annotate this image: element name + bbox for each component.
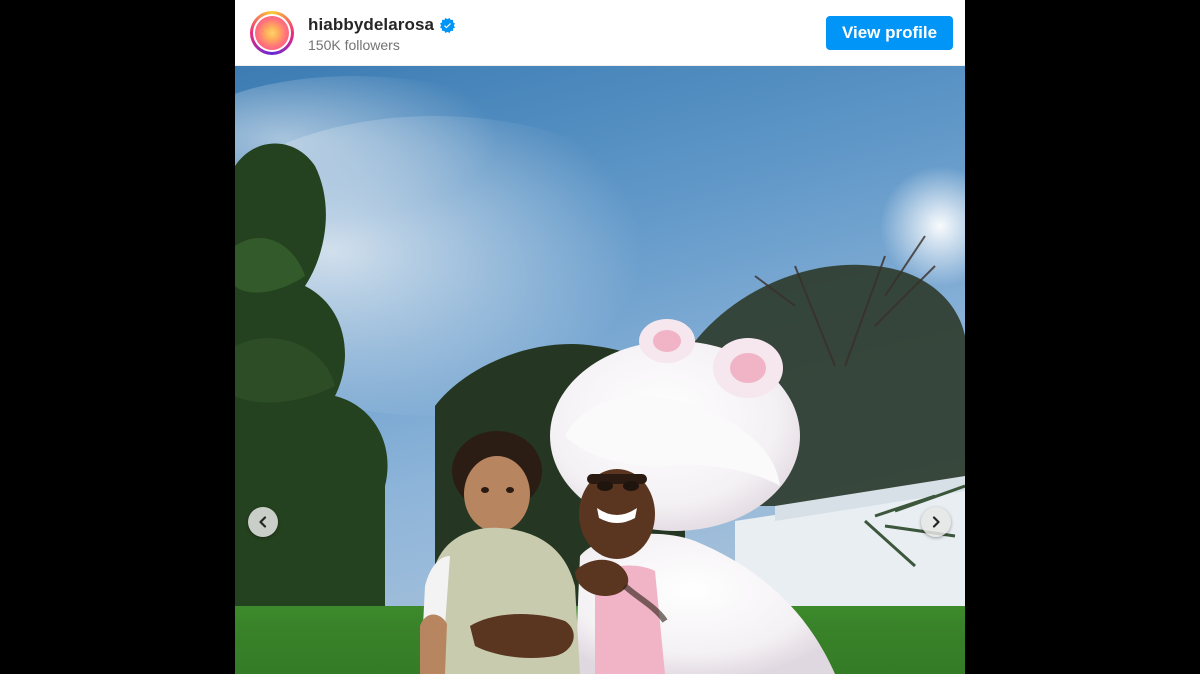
photo-illustration	[235, 66, 965, 674]
avatar-ring	[253, 14, 291, 52]
post-photo[interactable]	[235, 66, 965, 674]
post-header: hiabbydelarosa 150K followers View profi…	[235, 0, 965, 66]
instagram-embed: hiabbydelarosa 150K followers View profi…	[235, 0, 965, 674]
profile-avatar[interactable]	[250, 11, 294, 55]
chevron-right-icon	[932, 516, 940, 528]
username-row: hiabbydelarosa	[308, 15, 456, 35]
chevron-left-icon	[259, 516, 267, 528]
previous-image-button[interactable]	[248, 507, 278, 537]
verified-badge-icon	[440, 17, 456, 33]
view-profile-button[interactable]: View profile	[826, 16, 953, 50]
next-image-button[interactable]	[921, 507, 951, 537]
follower-count: 150K followers	[308, 37, 400, 53]
username[interactable]: hiabbydelarosa	[308, 15, 434, 35]
avatar-image	[255, 16, 289, 50]
